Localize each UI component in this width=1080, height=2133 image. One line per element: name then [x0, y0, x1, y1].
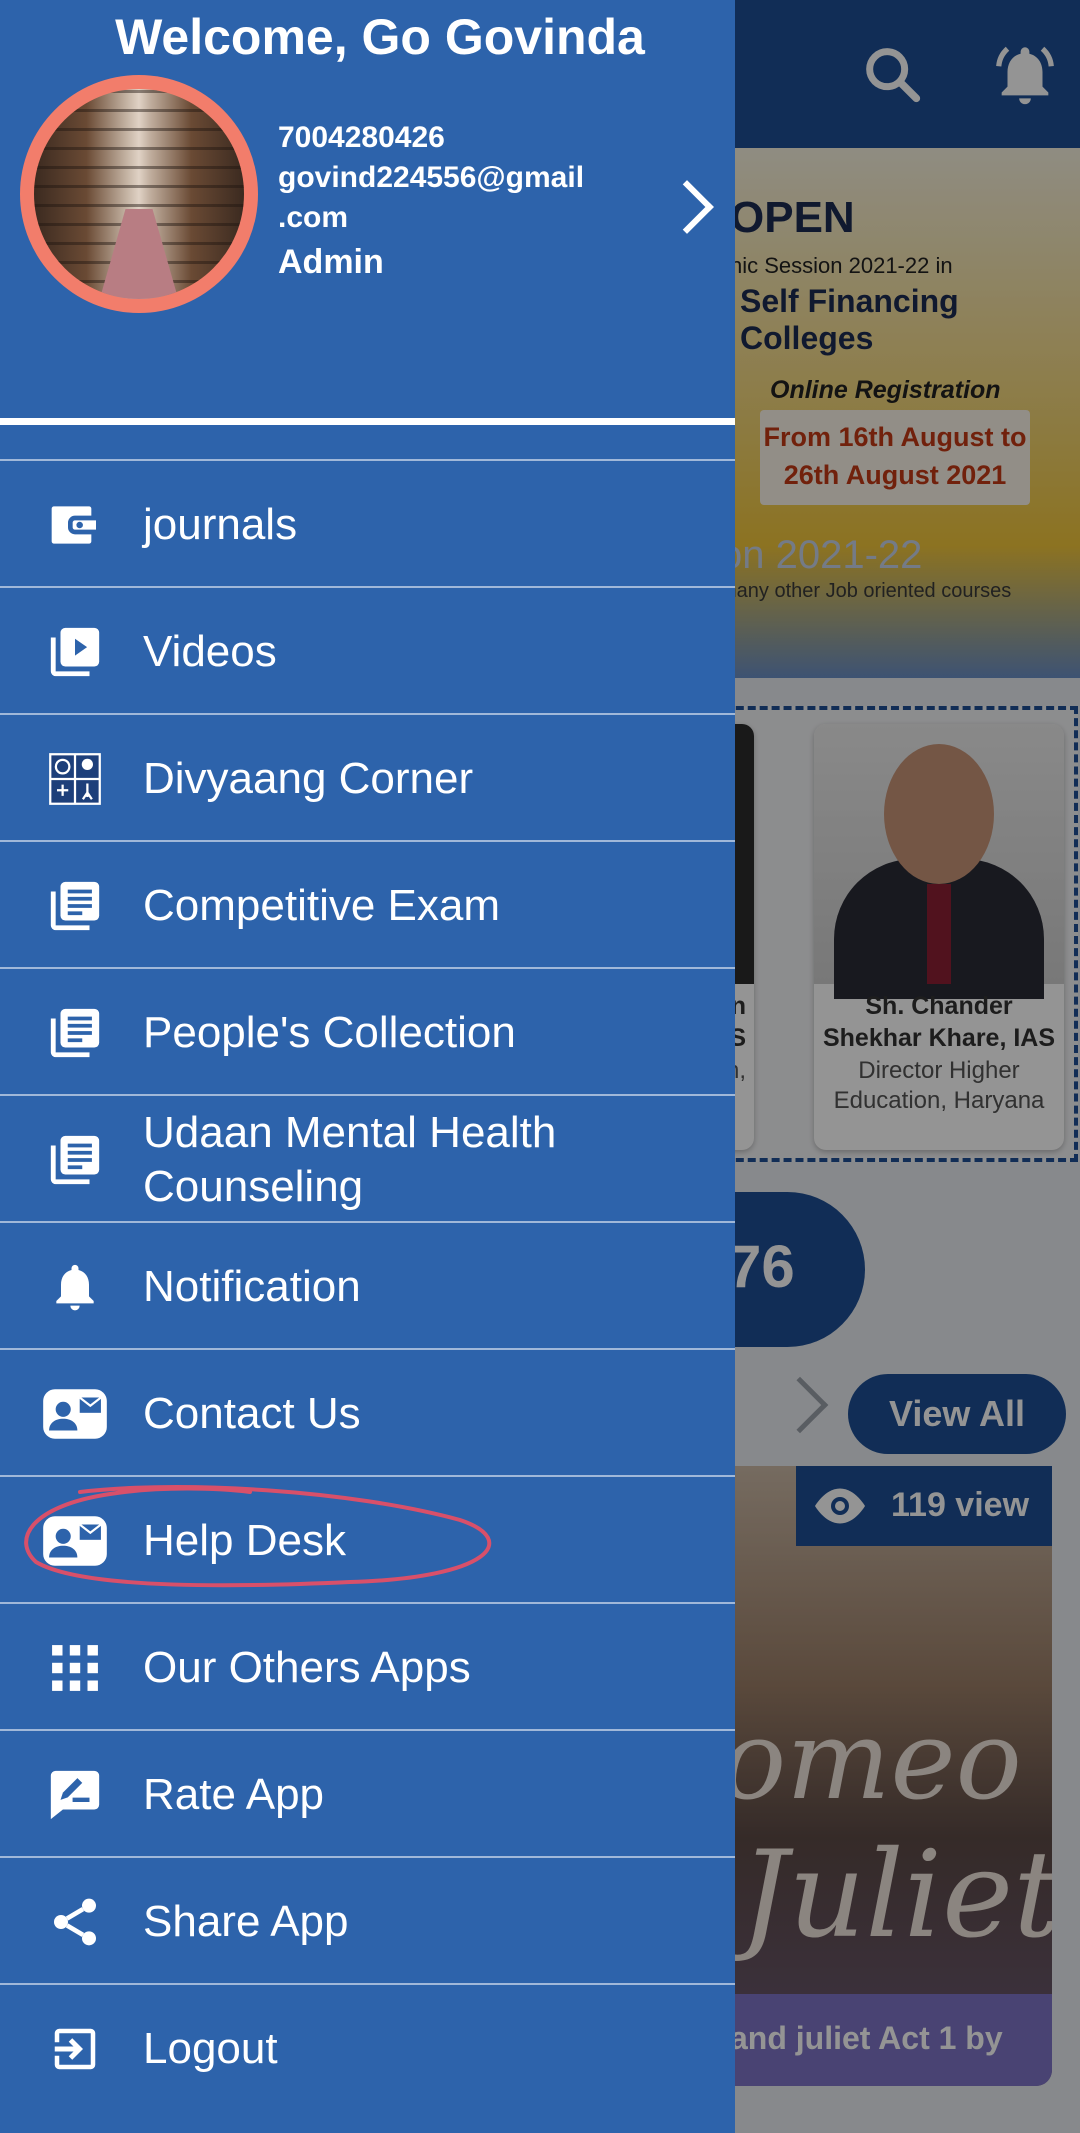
video-library-icon — [40, 624, 110, 680]
annotation-circle — [20, 1480, 500, 1592]
avatar-photo — [34, 89, 244, 299]
menu-item-rate-app[interactable]: Rate App — [0, 1729, 735, 1856]
profile-email: govind224556@gmail — [278, 161, 585, 194]
drawer-menu: journals Videos Divyaang Corner Competit… — [0, 459, 735, 2110]
bell-icon — [40, 1259, 110, 1315]
menu-item-contact-us[interactable]: Contact Us — [0, 1348, 735, 1475]
menu-item-label: Our Others Apps — [143, 1642, 471, 1692]
profile-email-line2: .com — [278, 201, 349, 234]
menu-item-label: Contact Us — [143, 1388, 361, 1438]
menu-item-label: journals — [143, 499, 298, 549]
menu-item-share-app[interactable]: Share App — [0, 1856, 735, 1983]
menu-item-label: Share App — [143, 1896, 349, 1946]
menu-item-videos[interactable]: Videos — [0, 586, 735, 713]
library-books-icon — [40, 1005, 110, 1061]
menu-item-peoples-collection[interactable]: People's Collection — [0, 967, 735, 1094]
menu-item-label: Udaan Mental Health Counseling — [143, 1107, 557, 1211]
profile-role: Admin — [278, 243, 384, 281]
menu-item-label: Logout — [143, 2023, 278, 2073]
contact-mail-icon — [40, 1386, 110, 1442]
library-books-icon — [40, 878, 110, 934]
rate-review-icon — [40, 1767, 110, 1823]
profile-phone: 7004280426 — [278, 121, 445, 154]
menu-item-udaan-mental-health[interactable]: Udaan Mental Health Counseling — [0, 1094, 735, 1221]
logout-icon — [40, 2021, 110, 2077]
menu-item-label: Notification — [143, 1261, 361, 1311]
header-divider — [0, 418, 735, 425]
menu-item-label: People's Collection — [143, 1007, 516, 1057]
accessibility-icon — [40, 751, 110, 807]
menu-item-journals[interactable]: journals — [0, 459, 735, 586]
navigation-drawer: Welcome, Go Govinda 7004280426 govind224… — [0, 0, 735, 2133]
menu-item-label: Divyaang Corner — [143, 753, 474, 803]
menu-item-label: Videos — [143, 626, 277, 676]
wallet-icon — [40, 497, 110, 553]
menu-item-divyaang-corner[interactable]: Divyaang Corner — [0, 713, 735, 840]
profile-info[interactable]: 7004280426 govind224556@gmail .com Admin — [278, 118, 584, 282]
menu-item-logout[interactable]: Logout — [0, 1983, 735, 2110]
menu-item-label: Competitive Exam — [143, 880, 501, 930]
share-icon — [40, 1894, 110, 1950]
apps-grid-icon — [40, 1640, 110, 1696]
menu-item-competitive-exam[interactable]: Competitive Exam — [0, 840, 735, 967]
library-books-icon — [40, 1132, 110, 1188]
menu-item-label: Rate App — [143, 1769, 325, 1819]
welcome-title: Welcome, Go Govinda — [115, 9, 645, 65]
avatar[interactable] — [20, 75, 258, 313]
chevron-right-icon[interactable] — [660, 180, 714, 234]
menu-item-notification[interactable]: Notification — [0, 1221, 735, 1348]
menu-item-our-others-apps[interactable]: Our Others Apps — [0, 1602, 735, 1729]
